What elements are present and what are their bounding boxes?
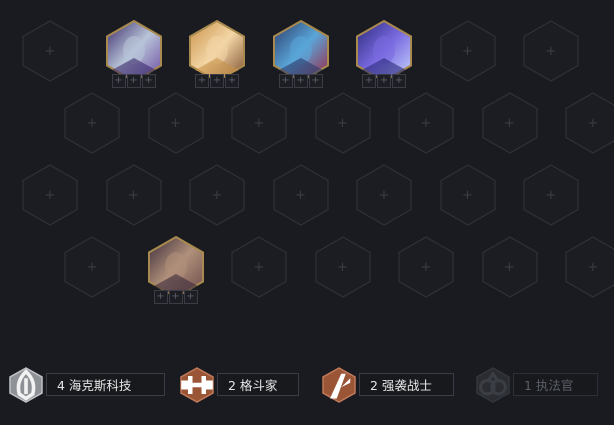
- item-slot[interactable]: +: [111, 74, 126, 88]
- item-slot[interactable]: +: [141, 74, 156, 88]
- add-unit-icon: +: [253, 115, 265, 131]
- item-slots: + + +: [111, 74, 157, 88]
- board-hex-empty[interactable]: +: [64, 236, 120, 298]
- champion-portrait: [356, 19, 412, 83]
- board-hex-empty[interactable]: +: [64, 92, 120, 154]
- board-hex-empty[interactable]: +: [272, 164, 329, 226]
- item-slot[interactable]: +: [183, 290, 198, 304]
- add-unit-icon: +: [545, 187, 557, 203]
- board-unit-champion-golden[interactable]: + + +: [189, 19, 245, 88]
- hextech-icon: [8, 367, 44, 403]
- add-unit-icon: +: [337, 115, 348, 131]
- item-slots: + + +: [362, 74, 407, 88]
- board-hex-empty[interactable]: +: [189, 164, 245, 226]
- board: + + + + + + + + + + + + + + + + + + + + + + + + + + + + + + + + + + + + + +: [0, 0, 614, 425]
- item-slots: + + +: [278, 74, 324, 88]
- item-slot[interactable]: +: [168, 290, 183, 304]
- add-unit-icon: +: [211, 187, 223, 203]
- item-slots: + + +: [195, 74, 240, 88]
- champion-portrait: [189, 19, 245, 83]
- add-unit-icon: +: [462, 187, 473, 203]
- add-unit-icon: +: [253, 259, 265, 275]
- add-unit-icon: +: [44, 43, 56, 59]
- item-slot[interactable]: +: [210, 74, 224, 88]
- board-hex-empty[interactable]: +: [105, 164, 162, 226]
- trait-label: 2 格斗家: [217, 373, 299, 396]
- item-slot[interactable]: +: [225, 74, 239, 88]
- board-unit-champion-brawler[interactable]: + + +: [147, 235, 204, 304]
- board-hex-empty[interactable]: +: [356, 164, 412, 226]
- item-slots: + + +: [153, 290, 199, 304]
- champion-portrait: [147, 235, 204, 299]
- board-hex-empty[interactable]: +: [523, 20, 579, 82]
- add-unit-icon: +: [587, 115, 599, 131]
- board-hex-empty[interactable]: +: [439, 20, 496, 82]
- champion-portrait: [105, 19, 162, 83]
- board-hex-empty[interactable]: +: [398, 236, 454, 298]
- add-unit-icon: +: [462, 43, 473, 59]
- add-unit-icon: +: [86, 259, 98, 275]
- trait-label: 2 强袭战士: [359, 373, 454, 396]
- item-slot[interactable]: +: [377, 74, 391, 88]
- add-unit-icon: +: [170, 115, 181, 131]
- item-slot[interactable]: +: [362, 74, 376, 88]
- board-hex-empty[interactable]: +: [481, 92, 538, 154]
- brawler-icon: [179, 367, 215, 403]
- board-hex-empty[interactable]: +: [22, 164, 78, 226]
- add-unit-icon: +: [337, 259, 348, 275]
- board-hex-empty[interactable]: +: [565, 92, 614, 154]
- board-hex-empty[interactable]: +: [314, 236, 371, 298]
- enforcer-icon: [475, 367, 511, 403]
- board-hex-empty[interactable]: +: [314, 92, 371, 154]
- board-hex-empty[interactable]: +: [147, 92, 204, 154]
- trait-label: 1 执法官: [513, 373, 598, 396]
- add-unit-icon: +: [420, 115, 432, 131]
- add-unit-icon: +: [504, 115, 515, 131]
- challenger-icon: [321, 367, 357, 403]
- item-slot[interactable]: +: [293, 74, 308, 88]
- board-unit-champion-crystal-red[interactable]: + + +: [272, 19, 329, 88]
- board-unit-champion-crystal-purple[interactable]: + + +: [356, 19, 412, 88]
- item-slot[interactable]: +: [126, 74, 141, 88]
- item-slot[interactable]: +: [153, 290, 168, 304]
- board-unit-champion-mech[interactable]: + + +: [105, 19, 162, 88]
- champion-portrait: [272, 19, 329, 83]
- add-unit-icon: +: [86, 115, 98, 131]
- add-unit-icon: +: [545, 43, 557, 59]
- add-unit-icon: +: [44, 187, 56, 203]
- board-hex-empty[interactable]: +: [439, 164, 496, 226]
- board-hex-empty[interactable]: +: [398, 92, 454, 154]
- add-unit-icon: +: [378, 187, 390, 203]
- board-hex-empty[interactable]: +: [523, 164, 579, 226]
- item-slot[interactable]: +: [195, 74, 209, 88]
- item-slot[interactable]: +: [392, 74, 406, 88]
- add-unit-icon: +: [504, 259, 515, 275]
- add-unit-icon: +: [587, 259, 599, 275]
- add-unit-icon: +: [420, 259, 432, 275]
- board-hex-empty[interactable]: +: [481, 236, 538, 298]
- add-unit-icon: +: [295, 187, 306, 203]
- board-hex-empty[interactable]: +: [565, 236, 614, 298]
- board-hex-empty[interactable]: +: [22, 20, 78, 82]
- trait-label: 4 海克斯科技: [46, 373, 165, 396]
- item-slot[interactable]: +: [278, 74, 293, 88]
- add-unit-icon: +: [128, 187, 139, 203]
- board-hex-empty[interactable]: +: [231, 236, 287, 298]
- board-hex-empty[interactable]: +: [231, 92, 287, 154]
- item-slot[interactable]: +: [308, 74, 323, 88]
